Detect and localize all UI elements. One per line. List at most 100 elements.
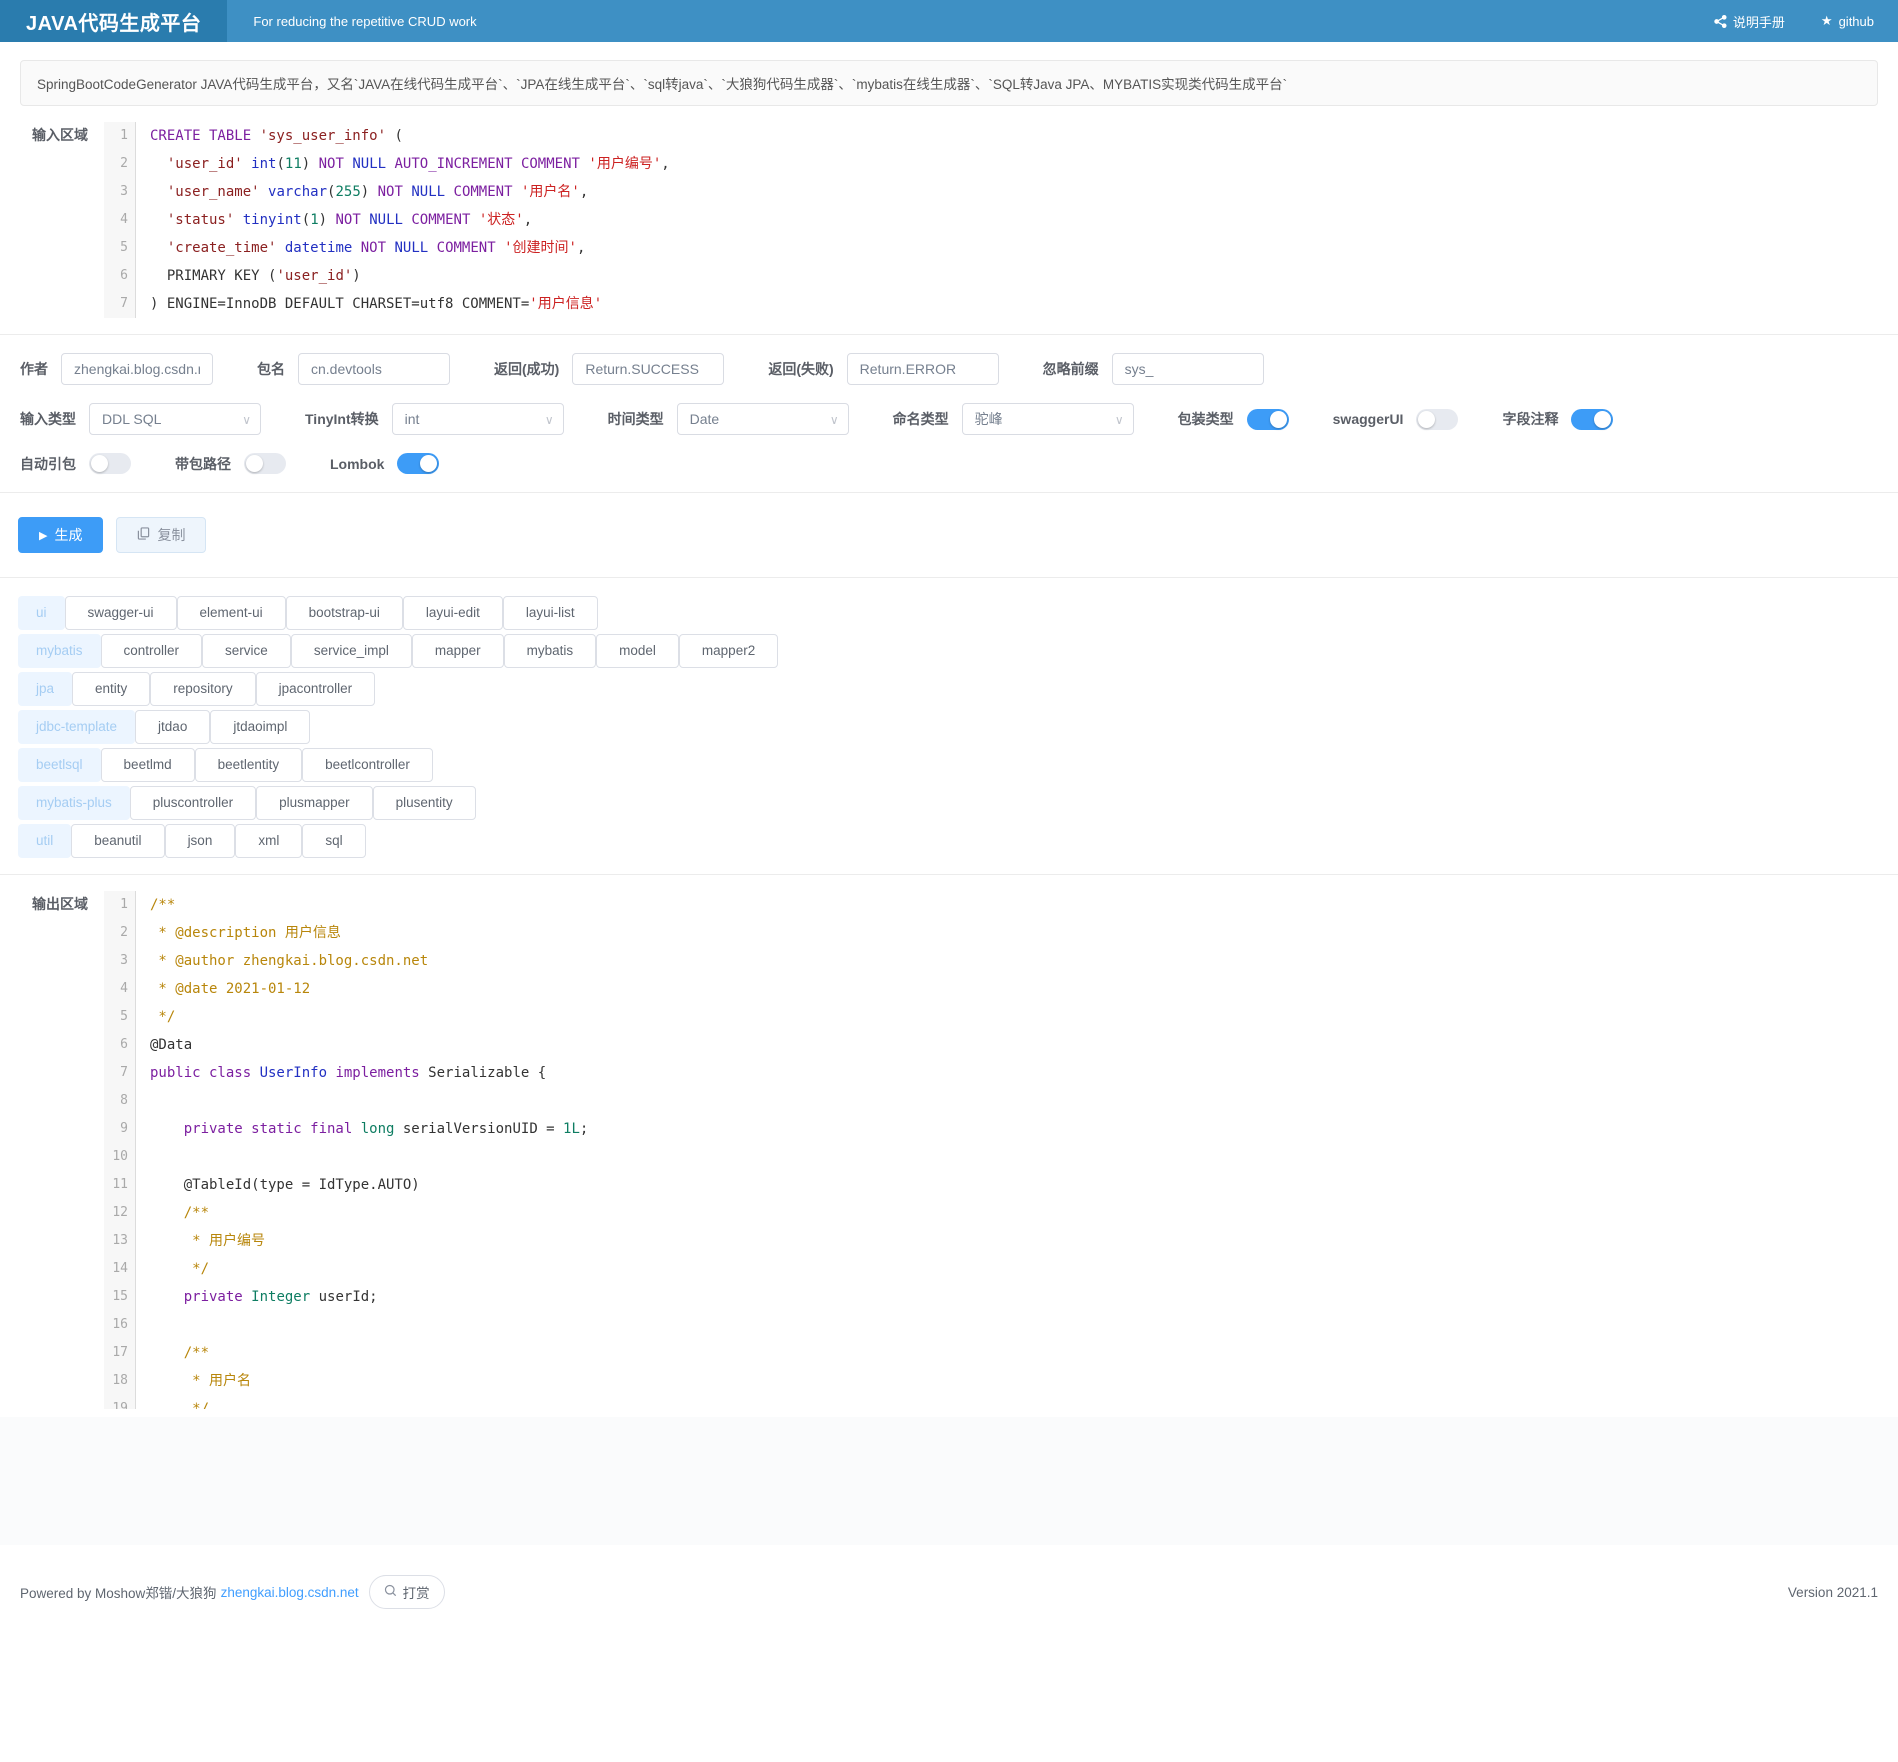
- tab-beanutil[interactable]: beanutil: [71, 824, 164, 858]
- input-type-select[interactable]: DDL SQL ∨: [89, 403, 261, 435]
- field-time-type: 时间类型Date∨: [608, 403, 849, 435]
- tab-group-beetlsql: beetlsqlbeetlmdbeetlentitybeetlcontrolle…: [18, 748, 1880, 782]
- tab-element-ui[interactable]: element-ui: [177, 596, 286, 630]
- tab-group-label-mybatis[interactable]: mybatis: [18, 634, 101, 668]
- tab-bootstrap-ui[interactable]: bootstrap-ui: [286, 596, 403, 630]
- tab-beetlcontroller[interactable]: beetlcontroller: [302, 748, 433, 782]
- generated-code-view: 1/**2 * @description 用户信息3 * @author zhe…: [104, 891, 1898, 1409]
- code-line: 16: [104, 1311, 1898, 1339]
- tab-controller[interactable]: controller: [101, 634, 203, 668]
- naming-type-select[interactable]: 驼峰∨: [962, 403, 1134, 435]
- field-comment-label: 字段注释: [1502, 409, 1558, 429]
- line-number: 15: [104, 1283, 136, 1311]
- tab-jtdaoimpl[interactable]: jtdaoimpl: [210, 710, 310, 744]
- tab-pluscontroller[interactable]: pluscontroller: [130, 786, 256, 820]
- generate-button[interactable]: ▶ 生成: [18, 517, 103, 553]
- tab-xml[interactable]: xml: [235, 824, 302, 858]
- tab-layui-list[interactable]: layui-list: [503, 596, 598, 630]
- tab-jpacontroller[interactable]: jpacontroller: [256, 672, 376, 706]
- tab-group-label-ui[interactable]: ui: [18, 596, 65, 630]
- line-content: * @author zhengkai.blog.csdn.net: [136, 947, 428, 975]
- copy-button[interactable]: 复制: [116, 517, 206, 553]
- tab-entity[interactable]: entity: [72, 672, 150, 706]
- author-blog-link[interactable]: zhengkai.blog.csdn.net: [221, 1585, 359, 1600]
- tab-service_impl[interactable]: service_impl: [291, 634, 412, 668]
- return-error-input[interactable]: [847, 353, 999, 385]
- chevron-down-icon: ∨: [242, 413, 251, 427]
- tab-group-jpa: jpaentityrepositoryjpacontroller: [18, 672, 1880, 706]
- tab-plusmapper[interactable]: plusmapper: [256, 786, 373, 820]
- field-author: 作者: [20, 353, 213, 385]
- return-success-input[interactable]: [572, 353, 724, 385]
- code-line: 15 private Integer userId;: [104, 1283, 1898, 1311]
- line-content: */: [136, 1255, 209, 1283]
- swagger-ui-toggle[interactable]: [1416, 409, 1458, 430]
- tab-beetlentity[interactable]: beetlentity: [195, 748, 303, 782]
- line-content: CREATE TABLE 'sys_user_info' (: [136, 122, 403, 150]
- tinyint-convert-select[interactable]: int∨: [392, 403, 564, 435]
- manual-link[interactable]: 说明手册: [1714, 12, 1785, 31]
- wrapper-type-toggle[interactable]: [1247, 409, 1289, 430]
- auto-import-toggle[interactable]: [89, 453, 131, 474]
- tab-group-label-jpa[interactable]: jpa: [18, 672, 72, 706]
- lombok-label: Lombok: [330, 456, 384, 472]
- line-number: 16: [104, 1311, 136, 1339]
- tab-jtdao[interactable]: jtdao: [135, 710, 210, 744]
- output-section: 输出区域 1/**2 * @description 用户信息3 * @autho…: [0, 891, 1898, 1409]
- tab-plusentity[interactable]: plusentity: [373, 786, 476, 820]
- package-name-input[interactable]: [298, 353, 450, 385]
- author-input[interactable]: [61, 353, 213, 385]
- tab-group-mybatis: mybatiscontrollerserviceservice_implmapp…: [18, 634, 1880, 668]
- tab-mapper[interactable]: mapper: [412, 634, 504, 668]
- output-area-label: 输出区域: [0, 891, 104, 1409]
- code-line: 14 */: [104, 1255, 1898, 1283]
- field-comment-toggle[interactable]: [1571, 409, 1613, 430]
- tab-group-label-jdbc-template[interactable]: jdbc-template: [18, 710, 135, 744]
- tab-swagger-ui[interactable]: swagger-ui: [65, 596, 177, 630]
- tab-group-label-beetlsql[interactable]: beetlsql: [18, 748, 101, 782]
- tab-repository[interactable]: repository: [150, 672, 255, 706]
- tab-json[interactable]: json: [165, 824, 236, 858]
- divider: [0, 577, 1898, 578]
- code-line: 5 'create_time' datetime NOT NULL COMMEN…: [104, 234, 1898, 262]
- tab-group-ui: uiswagger-uielement-uibootstrap-uilayui-…: [18, 596, 1880, 630]
- sql-editor[interactable]: 1CREATE TABLE 'sys_user_info' (2 'user_i…: [104, 122, 1898, 318]
- ignore-prefix-input[interactable]: [1112, 353, 1264, 385]
- tab-beetlmd[interactable]: beetlmd: [101, 748, 195, 782]
- with-package-path-toggle[interactable]: [244, 453, 286, 474]
- field-return-success: 返回(成功): [494, 353, 724, 385]
- tab-group-label-mybatis-plus[interactable]: mybatis-plus: [18, 786, 130, 820]
- tab-sql[interactable]: sql: [302, 824, 365, 858]
- share-icon: [1714, 15, 1727, 28]
- tab-layui-edit[interactable]: layui-edit: [403, 596, 503, 630]
- chevron-down-icon: ∨: [545, 413, 554, 427]
- tab-mybatis[interactable]: mybatis: [504, 634, 597, 668]
- divider: [0, 492, 1898, 493]
- divider: [0, 874, 1898, 875]
- line-content: 'create_time' datetime NOT NULL COMMENT …: [136, 234, 585, 262]
- github-link[interactable]: ★ github: [1821, 13, 1874, 29]
- reward-button[interactable]: 打赏: [369, 1575, 445, 1609]
- app-title: JAVA代码生成平台: [0, 0, 227, 42]
- line-content: [136, 1087, 150, 1115]
- line-number: 17: [104, 1339, 136, 1367]
- input-type-selected-value: DDL SQL: [102, 411, 161, 427]
- tab-model[interactable]: model: [596, 634, 679, 668]
- tab-group-label-util[interactable]: util: [18, 824, 71, 858]
- time-type-select[interactable]: Date∨: [677, 403, 849, 435]
- field-ignore-prefix: 忽略前缀: [1043, 353, 1264, 385]
- line-content: 'status' tinyint(1) NOT NULL COMMENT '状态…: [136, 206, 532, 234]
- input-type-label: 输入类型: [20, 409, 76, 429]
- line-number: 7: [104, 1059, 136, 1087]
- output-scroll-region[interactable]: 1/**2 * @description 用户信息3 * @author zhe…: [104, 891, 1898, 1409]
- tab-mapper2[interactable]: mapper2: [679, 634, 778, 668]
- return-error-label: 返回(失败): [768, 359, 833, 379]
- tab-service[interactable]: service: [202, 634, 291, 668]
- line-content: */: [136, 1395, 209, 1409]
- with-package-path-label: 带包路径: [175, 454, 231, 474]
- line-content: private Integer userId;: [136, 1283, 378, 1311]
- line-content: * @description 用户信息: [136, 919, 341, 947]
- line-content: PRIMARY KEY ('user_id'): [136, 262, 361, 290]
- lombok-toggle[interactable]: [397, 453, 439, 474]
- navbar-links: 说明手册 ★ github: [1714, 12, 1898, 31]
